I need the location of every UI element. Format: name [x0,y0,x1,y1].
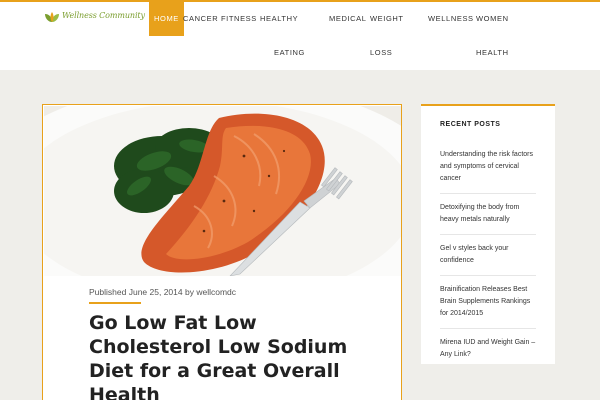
post-date-link[interactable]: June 25, 2014 [129,287,183,297]
nav-fitness-label: FITNESS [221,14,257,23]
nav-fitness[interactable]: FITNESS [221,2,257,36]
nav-wellness[interactable]: WELLNESS [428,2,474,36]
recent-posts-list: Understanding the risk factors and sympt… [440,149,536,377]
logo-text: Wellness Community [62,11,145,20]
site-logo[interactable]: Wellness Community [44,10,145,22]
nav-women-health-label-line1: WOMEN [476,14,509,23]
article-meta: Published June 25, 2014 by wellcomdc [89,287,236,297]
nav-medical-label: MEDICAL [329,14,367,23]
article-title[interactable]: Go Low Fat Low Cholesterol Low Sodium Di… [89,311,379,400]
featured-article: Published June 25, 2014 by wellcomdc Go … [42,104,402,400]
nav-home-label: HOME [154,14,179,23]
nav-cancer[interactable]: CANCER [183,2,218,36]
recent-post-link[interactable]: Gel v styles back your confidence [440,243,536,276]
article-featured-image[interactable] [44,106,401,276]
nav-healthy-eating-label-line1: HEALTHY [260,14,299,23]
nav-home[interactable]: HOME [149,2,184,36]
meta-by: by [184,287,194,297]
nav-medical[interactable]: MEDICAL [329,2,367,36]
salmon-dish-illustration [44,106,401,276]
nav-healthy-eating-label-line2: EATING [274,48,305,57]
nav-healthy-eating[interactable]: HEALTHY EATING [260,2,305,70]
recent-post-link[interactable]: Understanding the risk factors and sympt… [440,149,536,194]
recent-posts-title: RECENT POSTS [440,121,501,128]
recent-post-link[interactable]: Detoxifying the body from heavy metals n… [440,202,536,235]
nav-weight-loss[interactable]: WEIGHT LOSS [370,2,404,70]
meta-divider [89,302,141,304]
nav-women-health-label-line2: HEALTH [476,48,509,57]
nav-women-health[interactable]: WOMEN HEALTH [476,2,509,70]
recent-post-link[interactable]: Mirena IUD and Weight Gain – Any Link? [440,337,536,369]
sidebar-widget: RECENT POSTS Understanding the risk fact… [421,104,555,364]
recent-post-link[interactable]: Brainification Releases Best Brain Suppl… [440,284,536,329]
nav-wellness-label: WELLNESS [428,14,474,23]
leaf-icon [44,10,60,22]
nav-cancer-label: CANCER [183,14,219,23]
meta-published-prefix: Published [89,287,127,297]
author-link[interactable]: wellcomdc [196,287,236,297]
site-header: Wellness Community HOME CANCER FITNESS H… [0,2,600,70]
nav-weight-loss-label-line1: WEIGHT [370,14,404,23]
nav-weight-loss-label-line2: LOSS [370,48,393,57]
